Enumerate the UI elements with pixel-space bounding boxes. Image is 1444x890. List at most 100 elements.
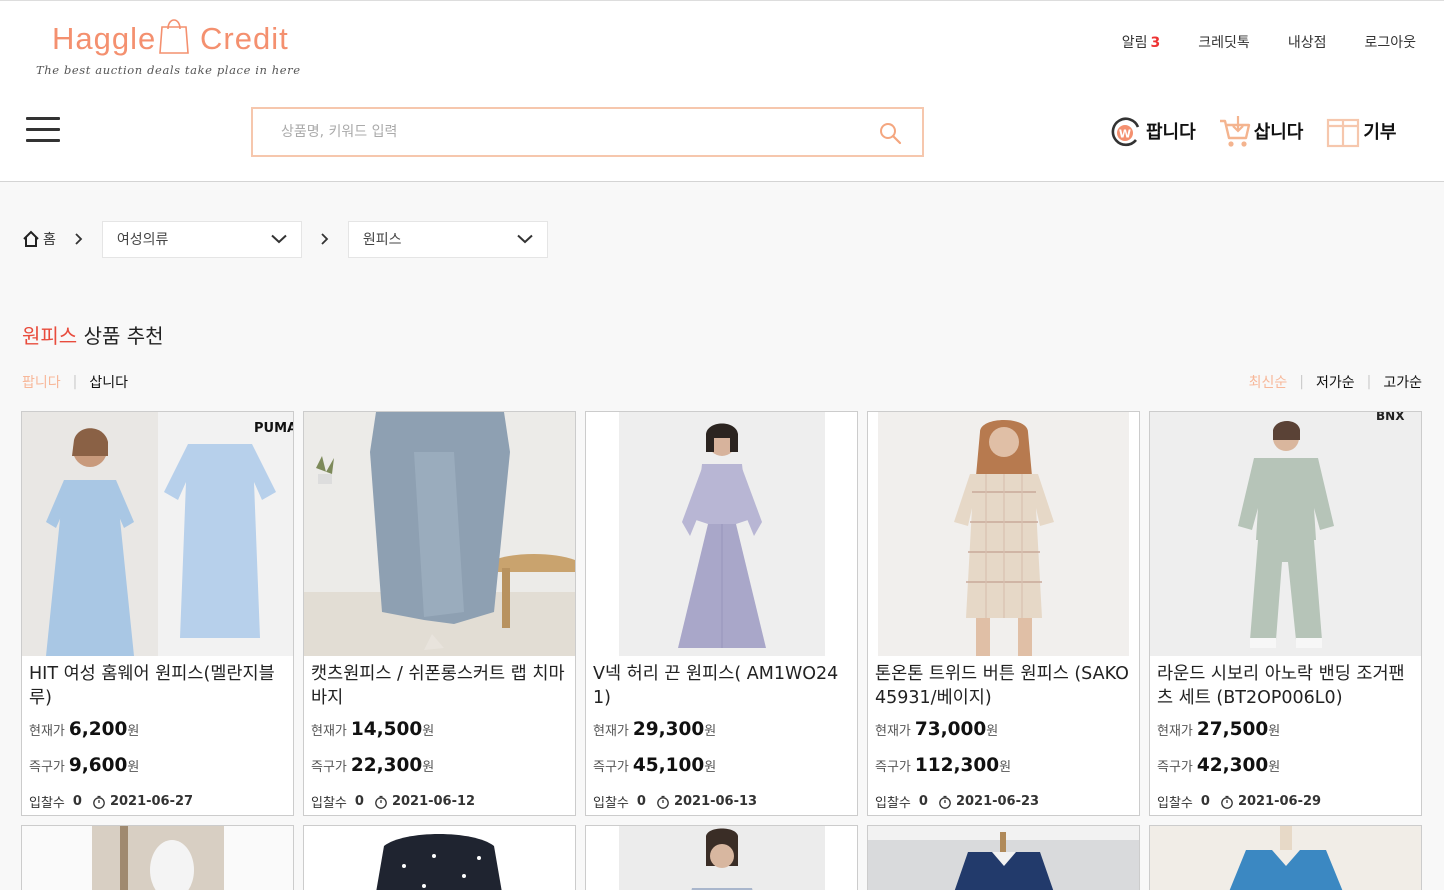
donate-mode-label: 기부 (1363, 122, 1397, 143)
sell-mode-link[interactable]: W 팝니다 (1108, 113, 1196, 149)
currency-unit: 원 (704, 760, 717, 775)
current-price-value: 29,300 (632, 719, 705, 740)
bids-label: 입찰수 (1157, 796, 1193, 811)
timer-icon (375, 795, 387, 809)
timer-icon (1221, 795, 1233, 809)
timer-icon (939, 795, 951, 809)
instant-price-value: 9,600 (68, 755, 128, 776)
current-price-row: 현재가 6,200원 (29, 719, 139, 740)
breadcrumb-home[interactable]: 홈 (22, 229, 56, 249)
trade-type-tabs: 팝니다 | 삽니다 (22, 372, 128, 392)
current-price-value: 27,500 (1196, 719, 1269, 740)
end-date: 2021-06-29 (1237, 794, 1322, 809)
product-name: 캣츠원피스 / 쉬폰롱스커트 랩 치마바지 (311, 664, 565, 708)
current-price-row: 현재가 29,300원 (593, 719, 716, 740)
currency-unit: 원 (127, 724, 140, 739)
donate-mode-link[interactable]: 기부 (1325, 114, 1397, 148)
product-image (868, 826, 1139, 890)
notification-count-badge: 3 (1150, 35, 1161, 51)
instant-price-row: 즉구가 45,100원 (593, 755, 716, 776)
search-input[interactable] (281, 120, 861, 144)
tab-divider: | (72, 374, 78, 390)
product-meta: 입찰수 0 2021-06-13 (593, 792, 757, 811)
product-image: BNX (1150, 412, 1421, 656)
category-select-1-value: 여성의류 (116, 232, 169, 248)
bids-label: 입찰수 (593, 796, 629, 811)
notifications-label: 알림 (1121, 35, 1148, 51)
product-card[interactable]: V넥 허리 끈 원피스( AM1WO241) 현재가 29,300원 즉구가 45,… (585, 411, 858, 816)
chevron-down-icon (271, 234, 287, 244)
product-image (868, 412, 1139, 656)
gift-icon (1327, 118, 1360, 148)
product-card[interactable]: BNX 라운드 시보리 아노락 밴딩 조거팬츠 세트 (BT2OP006L0) … (1149, 411, 1422, 816)
product-card[interactable] (21, 825, 294, 890)
current-price-label: 현재가 (875, 724, 911, 739)
sort-high-price[interactable]: 고가순 (1383, 372, 1422, 392)
cart-icon (1219, 116, 1250, 147)
brand-mark-text: PUMA (254, 421, 293, 436)
product-image (22, 826, 293, 890)
site-logo[interactable]: Haggle Credit The best auction deals tak… (36, 15, 306, 79)
sort-divider: | (1299, 374, 1304, 390)
section-title: 원피스 상품 추천 (22, 320, 164, 349)
mode-links: W 팝니다 삽니다 기부 (1108, 113, 1397, 149)
instant-price-label: 즉구가 (875, 760, 911, 775)
product-name: V넥 허리 끈 원피스( AM1WO241) (593, 664, 839, 708)
product-image: PUMA (22, 412, 293, 656)
chevron-right-icon (321, 233, 329, 245)
end-date: 2021-06-23 (955, 794, 1040, 809)
sort-options: 최신순 | 저가순 | 고가순 (1249, 372, 1422, 392)
tab-buy[interactable]: 삽니다 (89, 372, 128, 392)
end-date: 2021-06-12 (391, 794, 476, 809)
product-meta: 입찰수 0 2021-06-12 (311, 792, 475, 811)
current-price-value: 73,000 (914, 719, 987, 740)
category-select-2[interactable]: 원피스 (347, 220, 548, 258)
tab-sell[interactable]: 팝니다 (22, 372, 61, 392)
logout-link[interactable]: 로그아웃 (1364, 32, 1416, 52)
product-card[interactable] (585, 825, 858, 890)
credit-talk-link[interactable]: 크레딧톡 (1198, 32, 1250, 52)
buy-mode-label: 삽니다 (1253, 122, 1304, 143)
breadcrumb-home-label: 홈 (43, 232, 56, 248)
instant-price-row: 즉구가 22,300원 (311, 755, 434, 776)
sort-latest[interactable]: 최신순 (1249, 372, 1288, 392)
timer-icon (657, 795, 669, 809)
sort-low-price[interactable]: 저가순 (1316, 372, 1355, 392)
instant-price-row: 즉구가 42,300원 (1157, 755, 1280, 776)
product-card[interactable] (867, 825, 1140, 890)
product-card[interactable]: PUMA HIT 여성 홈웨어 원피스(멜란지블루) 현재가 6,200원 즉구가… (21, 411, 294, 816)
buy-mode-link[interactable]: 삽니다 (1218, 113, 1304, 149)
current-price-label: 현재가 (593, 724, 629, 739)
site-header: Haggle Credit The best auction deals tak… (0, 0, 1444, 182)
bids-label: 입찰수 (311, 796, 347, 811)
sort-divider: | (1366, 374, 1372, 390)
logo-word-credit: Credit (200, 21, 289, 56)
menu-icon[interactable] (26, 117, 60, 142)
product-card[interactable]: 캣츠원피스 / 쉬폰롱스커트 랩 치마바지 현재가 14,500원 즉구가 22,3… (303, 411, 576, 816)
sell-mode-label: 팝니다 (1146, 122, 1196, 143)
product-card[interactable] (303, 825, 576, 890)
current-price-row: 현재가 27,500원 (1157, 719, 1280, 740)
current-price-value: 14,500 (350, 719, 423, 740)
my-shop-link[interactable]: 내상점 (1288, 32, 1327, 52)
search-icon[interactable] (878, 121, 902, 145)
current-price-value: 6,200 (68, 719, 128, 740)
top-links: 알림 3 크레딧톡 내상점 로그아웃 (1122, 32, 1416, 52)
bids-count: 0 (918, 794, 928, 809)
bids-count: 0 (636, 794, 646, 809)
currency-unit: 원 (1268, 760, 1281, 775)
product-card[interactable] (1149, 825, 1422, 890)
current-price-label: 현재가 (1157, 724, 1193, 739)
product-image (304, 412, 575, 656)
product-card[interactable]: 톤온톤 트위드 버튼 원피스 (SAKO45931/베이지) 현재가 73,000… (867, 411, 1140, 816)
notifications-link[interactable]: 알림 3 (1122, 32, 1161, 52)
chevron-down-icon (517, 234, 533, 244)
product-meta: 입찰수 0 2021-06-23 (875, 792, 1039, 811)
instant-price-label: 즉구가 (29, 760, 65, 775)
product-image (586, 412, 857, 656)
bids-count: 0 (72, 794, 82, 809)
product-meta: 입찰수 0 2021-06-27 (29, 792, 193, 811)
product-name: HIT 여성 홈웨어 원피스(멜란지블루) (29, 664, 275, 708)
category-select-1[interactable]: 여성의류 (101, 220, 302, 258)
product-image (1150, 826, 1421, 890)
